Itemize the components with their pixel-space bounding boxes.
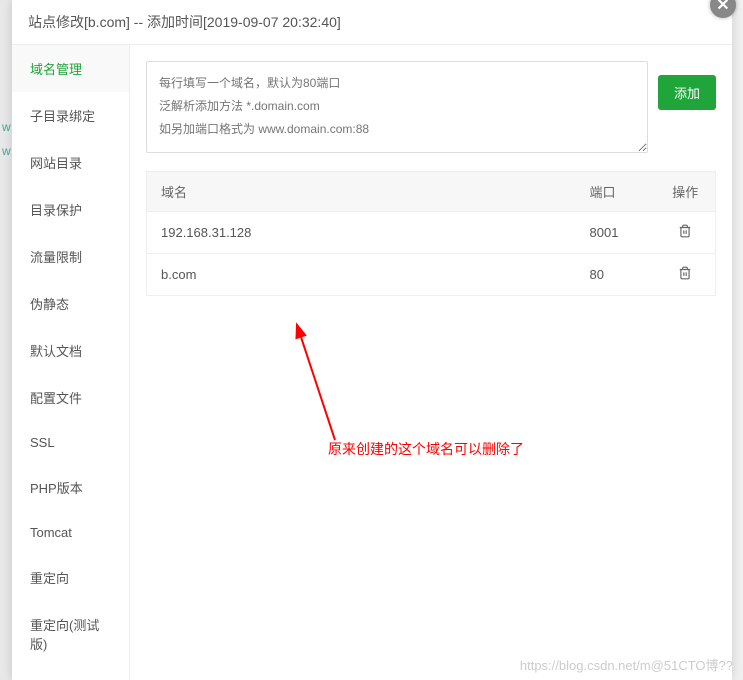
modal-header: 站点修改[b.com] -- 添加时间[2019-09-07 20:32:40] xyxy=(12,0,732,45)
sidebar-item-php-ver[interactable]: PHP版本 xyxy=(12,464,129,511)
close-icon: ✕ xyxy=(716,0,729,15)
domain-table: 域名 端口 操作 192.168.31.128 8001 xyxy=(146,171,716,296)
domain-textarea[interactable] xyxy=(146,61,648,153)
trash-icon[interactable] xyxy=(678,266,692,283)
sidebar-item-reverse-proxy[interactable]: 反向代理 xyxy=(12,667,129,680)
th-action: 操作 xyxy=(656,172,716,212)
table-header-row: 域名 端口 操作 xyxy=(147,172,716,212)
sidebar-item-subdir-bind[interactable]: 子目录绑定 xyxy=(12,92,129,139)
sidebar-item-redirect-beta[interactable]: 重定向(测试版) xyxy=(12,601,129,667)
annotation-text: 原来创建的这个域名可以删除了 xyxy=(328,439,524,459)
annotation-arrow xyxy=(290,320,350,450)
bg-char: w xyxy=(2,120,11,134)
sidebar: 域名管理 子目录绑定 网站目录 目录保护 流量限制 伪静态 默认文档 配置文件 … xyxy=(12,45,130,680)
background-strip xyxy=(0,0,12,680)
sidebar-item-redirect[interactable]: 重定向 xyxy=(12,554,129,601)
sidebar-item-traffic-limit[interactable]: 流量限制 xyxy=(12,233,129,280)
cell-domain: 192.168.31.128 xyxy=(147,212,576,254)
trash-icon[interactable] xyxy=(678,224,692,241)
bg-char: w xyxy=(2,144,11,158)
sidebar-item-rewrite[interactable]: 伪静态 xyxy=(12,280,129,327)
table-row: b.com 80 xyxy=(147,254,716,296)
sidebar-item-domain-mgmt[interactable]: 域名管理 xyxy=(12,45,129,92)
cell-port: 80 xyxy=(576,254,656,296)
content-panel: 添加 域名 端口 操作 192.168.31.128 8001 xyxy=(130,45,732,680)
input-row: 添加 xyxy=(146,61,716,153)
cell-domain: b.com xyxy=(147,254,576,296)
watermark: https://blog.csdn.net/m@51CTO博?? xyxy=(520,655,733,674)
cell-action xyxy=(656,212,716,254)
sidebar-item-config-file[interactable]: 配置文件 xyxy=(12,374,129,421)
sidebar-item-site-dir[interactable]: 网站目录 xyxy=(12,139,129,186)
sidebar-item-default-doc[interactable]: 默认文档 xyxy=(12,327,129,374)
table-row: 192.168.31.128 8001 xyxy=(147,212,716,254)
modal-title: 站点修改[b.com] -- 添加时间[2019-09-07 20:32:40] xyxy=(28,14,341,30)
modal-body: 域名管理 子目录绑定 网站目录 目录保护 流量限制 伪静态 默认文档 配置文件 … xyxy=(12,45,732,680)
th-domain: 域名 xyxy=(147,172,576,212)
th-port: 端口 xyxy=(576,172,656,212)
sidebar-item-dir-protect[interactable]: 目录保护 xyxy=(12,186,129,233)
cell-action xyxy=(656,254,716,296)
cell-port: 8001 xyxy=(576,212,656,254)
sidebar-item-tomcat[interactable]: Tomcat xyxy=(12,511,129,554)
modal-dialog: ✕ 站点修改[b.com] -- 添加时间[2019-09-07 20:32:4… xyxy=(12,0,732,680)
sidebar-item-ssl[interactable]: SSL xyxy=(12,421,129,464)
add-button[interactable]: 添加 xyxy=(658,75,716,110)
